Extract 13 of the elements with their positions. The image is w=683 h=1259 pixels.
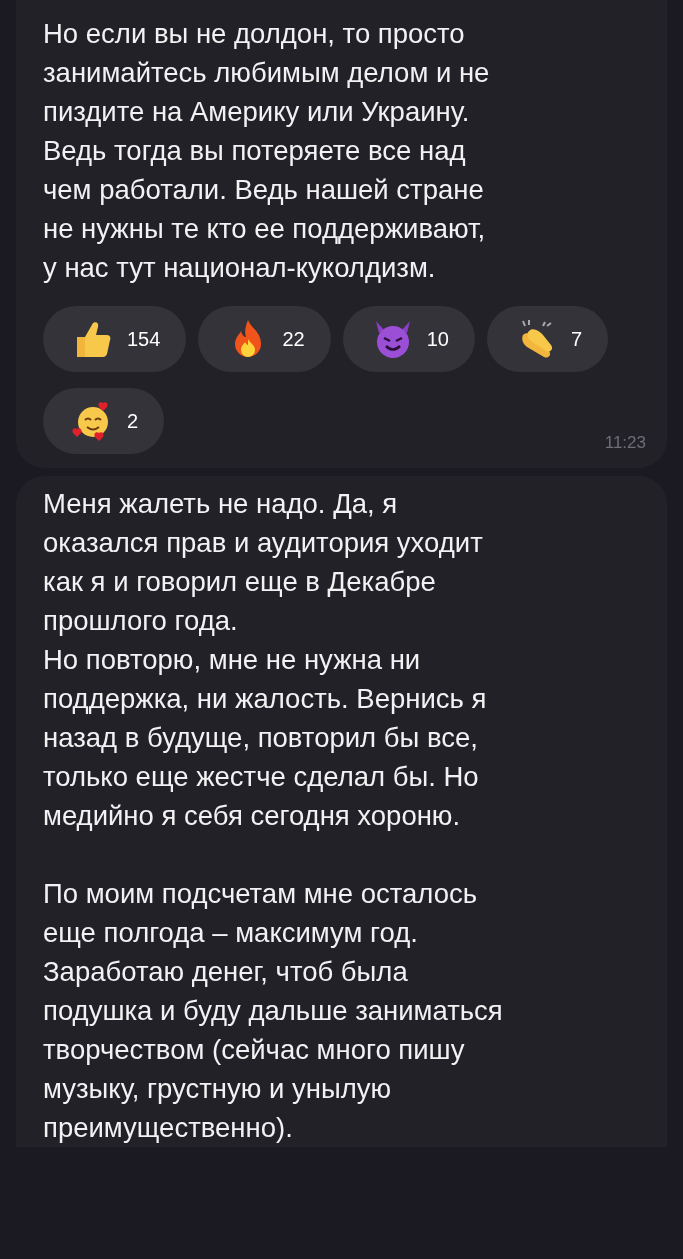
reaction-chip[interactable]: 10 bbox=[342, 306, 475, 372]
message-text: Меня жалеть не надо. Да, я оказался прав и аудитория уходит как я и говорил еще в Декабре прошлого года. Но повторю, мне не нужна ни поддержка, ни жалость. Вернись я назад в будуще, повторил бы все, только еще жестче сделал бы. Но медийно я себя сегодня хороню. По моим подсчетам мне осталось еще полгода – максимум год. Заработаю денег, чтоб была подушка и буду дальше заниматься творчеством (сейчас много пишу музыку, грустную и унылую преимущественно). bbox=[43, 486, 504, 1145]
reaction-chip[interactable]: 2 bbox=[43, 388, 165, 454]
message-time: 11:23 bbox=[604, 432, 646, 454]
reaction-chip[interactable]: 154 bbox=[43, 306, 187, 372]
reaction-count: 10 bbox=[426, 327, 449, 352]
reaction-count: 7 bbox=[570, 327, 582, 352]
reaction-chip[interactable]: 7 bbox=[486, 306, 608, 372]
reaction-count: 154 bbox=[127, 327, 161, 352]
reaction-count: 22 bbox=[282, 327, 305, 352]
message-text: Но если вы не долдон, то просто занимайтесь любимым делом и не пиздите на Америку или Украину. Ведь тогда вы потеряете все над чем работали. Ведь нашей стране не нужны те кто ее поддерживают, у нас тут национал-куколдизм. bbox=[43, 17, 491, 285]
reaction-count: 2 bbox=[127, 409, 139, 434]
reaction-chip[interactable]: 22 bbox=[198, 306, 331, 372]
